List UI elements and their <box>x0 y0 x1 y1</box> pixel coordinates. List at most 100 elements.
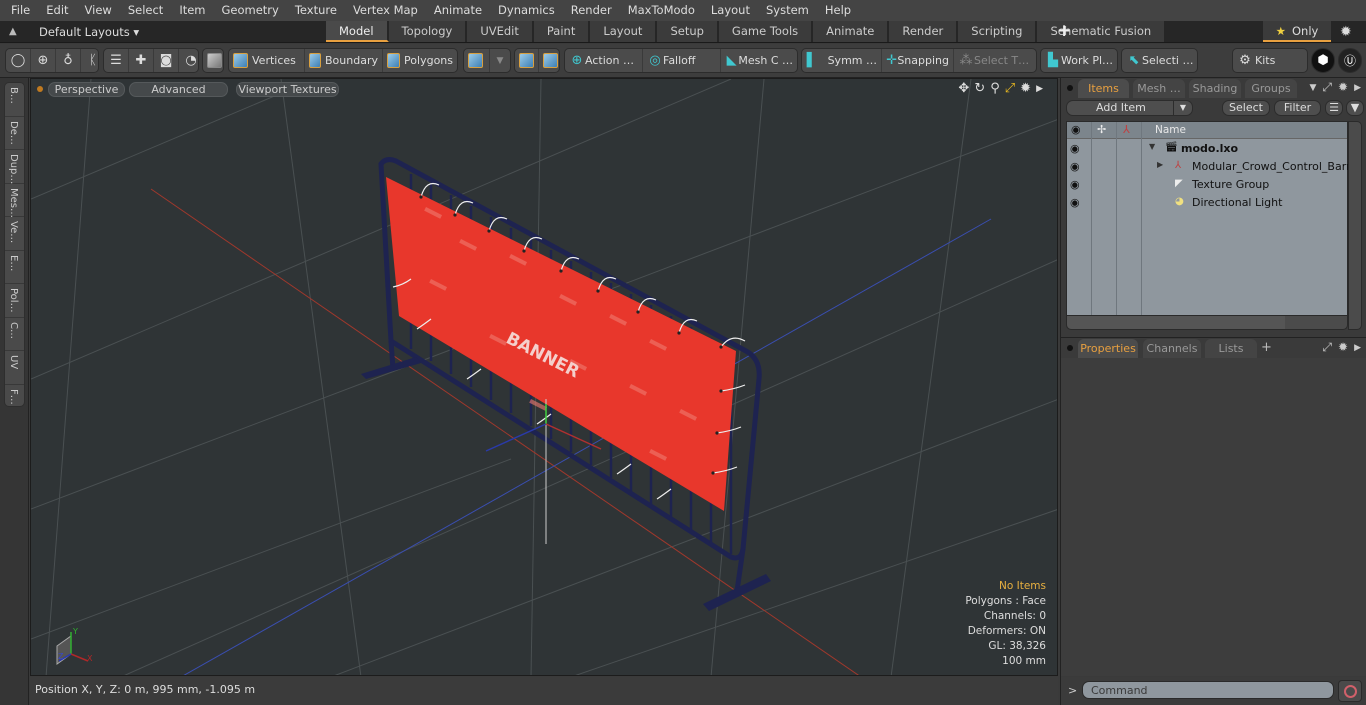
visibility-eye-icon[interactable]: ◉ <box>1070 178 1080 191</box>
clock-button[interactable]: ◔ <box>179 49 203 72</box>
collapsed-triangle-icon[interactable]: ▶ <box>1157 160 1163 169</box>
unity-button[interactable]: ⬢ <box>1311 48 1335 73</box>
left-tab-duplicate[interactable]: Dup… <box>5 150 24 184</box>
expand-triangle-icon[interactable]: ▼ <box>1149 142 1155 151</box>
panel-options-dot[interactable] <box>1067 85 1073 91</box>
selection-sets-button[interactable]: ⬉ Selecti … <box>1122 49 1198 72</box>
item-row-texture-group[interactable]: ◉ ◤ Texture Group <box>1067 176 1347 194</box>
add-panel-tab-button[interactable]: + <box>1261 340 1272 355</box>
kits-button[interactable]: ⚙ Kits <box>1233 49 1279 72</box>
circle-select-button[interactable]: ◯ <box>6 49 31 72</box>
zoom-icon[interactable]: ⚲ <box>990 81 1000 97</box>
scrollbar-thumb[interactable] <box>1067 316 1285 329</box>
item-row-directional-light[interactable]: ◉ ◕ Directional Light <box>1067 194 1347 212</box>
pan-icon[interactable]: ✥ <box>958 81 969 97</box>
visibility-eye-icon[interactable]: ◉ <box>1070 142 1080 155</box>
lock-column-icon[interactable]: ✢ <box>1097 123 1106 136</box>
tab-game-tools[interactable]: Game Tools <box>718 21 814 42</box>
lasso-tool-button[interactable]: ᛕ <box>81 49 105 72</box>
tab-render[interactable]: Render <box>889 21 959 42</box>
symmetry-button[interactable]: ▌ Symm … <box>802 49 882 72</box>
menu-select[interactable]: Select <box>120 0 171 21</box>
left-tab-uv[interactable]: UV <box>5 351 24 385</box>
3d-viewport[interactable]: BANNER Y X Z Perspective Advanced Viewpo… <box>30 78 1058 676</box>
panel-gear-icon[interactable]: ✹ <box>1338 80 1348 96</box>
polygons-mode-button[interactable]: Polygons <box>383 49 457 72</box>
record-macro-button[interactable] <box>1338 680 1362 702</box>
expand-panel-icon[interactable]: ⤢ <box>1322 340 1332 356</box>
menu-animate[interactable]: Animate <box>426 0 490 21</box>
tab-lists[interactable]: Lists <box>1205 339 1257 358</box>
menu-render[interactable]: Render <box>563 0 620 21</box>
tab-uvedit[interactable]: UVEdit <box>467 21 534 42</box>
mesh-constraint-button[interactable]: ◣ Mesh C … <box>721 49 797 72</box>
left-tab-edge[interactable]: E… <box>5 251 24 284</box>
left-tab-polygon[interactable]: Pol… <box>5 284 24 318</box>
list-options-button[interactable]: ☰ <box>1325 100 1343 116</box>
select-button[interactable]: Select <box>1222 100 1270 116</box>
tab-layout[interactable]: Layout <box>590 21 658 42</box>
tab-model[interactable]: Model <box>326 21 389 42</box>
visibility-column-icon[interactable]: ◉ <box>1071 123 1081 136</box>
add-tab-button[interactable]: + <box>1057 21 1071 42</box>
tab-animate[interactable]: Animate <box>813 21 890 42</box>
boundary-mode-button[interactable]: Boundary <box>305 49 383 72</box>
name-column-header[interactable]: Name <box>1155 124 1186 136</box>
visibility-eye-icon[interactable]: ◉ <box>1070 160 1080 173</box>
tab-groups[interactable]: Groups <box>1245 79 1297 98</box>
rotate-icon[interactable]: ↻ <box>974 81 985 97</box>
menu-edit[interactable]: Edit <box>38 0 76 21</box>
pen-tool-button[interactable]: ♁ <box>56 49 81 72</box>
filter-button[interactable]: Filter <box>1274 100 1321 116</box>
view-mode-button[interactable]: Perspective <box>48 82 125 97</box>
tab-topology[interactable]: Topology <box>388 21 468 42</box>
material-mode-button[interactable] <box>464 49 490 72</box>
item-list-horizontal-scrollbar[interactable] <box>1066 316 1348 330</box>
menu-file[interactable]: File <box>0 0 38 21</box>
cross-button[interactable]: ✚ <box>129 49 154 72</box>
tab-setup[interactable]: Setup <box>657 21 719 42</box>
visibility-eye-icon[interactable]: ◉ <box>1070 196 1080 209</box>
pivot-button[interactable] <box>515 49 539 72</box>
viewport-options-dot[interactable] <box>37 86 43 92</box>
menu-help[interactable]: Help <box>817 0 859 21</box>
panel-more-icon[interactable]: ▶ <box>1354 80 1361 96</box>
menu-vertex-map[interactable]: Vertex Map <box>345 0 426 21</box>
panel-options-dot[interactable] <box>1067 345 1073 351</box>
only-toggle[interactable]: ★ Only <box>1263 21 1331 42</box>
action-center-button[interactable]: ⊕ Action … <box>565 49 643 72</box>
menu-item[interactable]: Item <box>171 0 213 21</box>
left-tab-deform[interactable]: De… <box>5 117 24 150</box>
viewport-gear-icon[interactable]: ✹ <box>1020 81 1031 97</box>
tabs-dropdown-icon[interactable]: ▼ <box>1309 80 1316 96</box>
work-plane-button[interactable]: ▙ Work Pl… <box>1041 49 1117 72</box>
unreal-button[interactable]: Ⓤ <box>1338 48 1362 73</box>
select-through-button[interactable]: ⁂ Select T… <box>954 49 1034 72</box>
menu-system[interactable]: System <box>758 0 817 21</box>
item-list-vertical-scrollbar[interactable] <box>1348 121 1362 330</box>
command-input[interactable] <box>1082 681 1334 699</box>
align-button[interactable]: ☰ <box>104 49 129 72</box>
expand-right-icon[interactable]: ▶ <box>1036 81 1043 97</box>
snapping-button[interactable]: ✛ Snapping <box>882 49 954 72</box>
left-tab-vertex[interactable]: Ve… <box>5 217 24 251</box>
left-tab-curve[interactable]: C… <box>5 318 24 351</box>
add-item-dropdown[interactable]: ▼ <box>1173 100 1193 116</box>
menu-maxtomodo[interactable]: MaxToModo <box>620 0 703 21</box>
tab-paint[interactable]: Paint <box>533 21 591 42</box>
panel-more-icon[interactable]: ▶ <box>1354 340 1361 356</box>
center-button[interactable] <box>539 49 562 72</box>
items-mode-button[interactable] <box>203 49 226 72</box>
falloff-button[interactable]: ◎ Falloff <box>643 49 721 72</box>
viewport-textures-button[interactable]: Viewport Textures <box>236 82 339 97</box>
shading-mode-button[interactable]: Advanced <box>129 82 228 97</box>
tab-scripting[interactable]: Scripting <box>958 21 1038 42</box>
layouts-dropdown[interactable]: Default Layouts ▾ <box>39 21 139 43</box>
gear-icon[interactable]: ✹ <box>1340 24 1352 40</box>
menu-geometry[interactable]: Geometry <box>214 0 287 21</box>
tab-mesh[interactable]: Mesh … <box>1133 79 1185 98</box>
item-row-mesh[interactable]: ◉ ▶ ⅄ Modular_Crowd_Control_Barr… <box>1067 158 1362 176</box>
funnel-filter-button[interactable]: ▼ <box>1346 100 1364 116</box>
tab-items[interactable]: Items <box>1078 79 1129 98</box>
menu-dynamics[interactable]: Dynamics <box>490 0 563 21</box>
